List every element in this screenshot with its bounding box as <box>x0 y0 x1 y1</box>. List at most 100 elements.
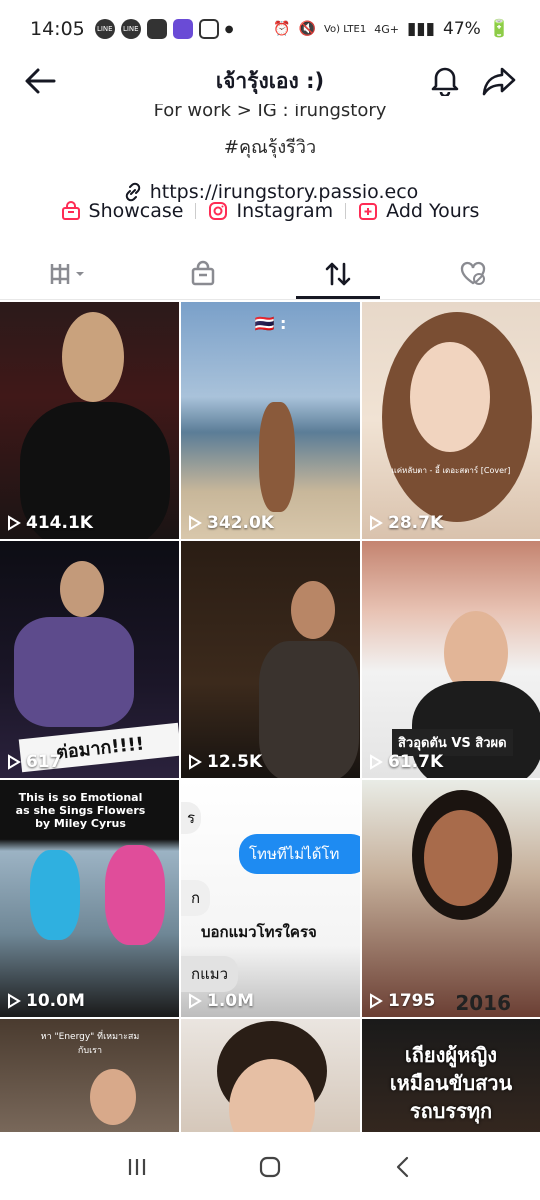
view-count-text: 1795 <box>388 991 436 1011</box>
chat-bubble-left-top: ร <box>181 802 202 834</box>
profile-header: เจ้ารุ้งเอง :) <box>0 58 540 104</box>
network-label: Vo) LTE1 <box>323 23 367 35</box>
play-icon <box>8 754 21 770</box>
video-thumbnail[interactable]: 414.1K <box>0 302 179 539</box>
person-1 <box>30 850 80 940</box>
view-count-text: 12.5K <box>207 752 263 772</box>
repost-icon <box>325 262 350 285</box>
quick-links: Showcase Instagram Add Yours <box>0 200 540 222</box>
view-count: 28.7K <box>368 513 443 533</box>
view-count-text: 414.1K <box>26 513 93 533</box>
recent-apps-icon <box>128 1159 145 1175</box>
video-thumbnail[interactable]: 🇹🇭 : 342.0K <box>181 302 360 539</box>
video-overlay-text: เถียงผู้หญิง เหมือนขับสวน รถบรรทุก <box>389 1043 513 1123</box>
add-yours-link[interactable]: Add Yours <box>358 200 479 222</box>
bag-icon <box>191 260 214 285</box>
instagram-label: Instagram <box>236 200 334 222</box>
chat-bubble-left-2: กแมว <box>181 956 239 992</box>
person-face <box>60 561 104 617</box>
showcase-link[interactable]: Showcase <box>61 200 184 222</box>
video-thumbnail[interactable] <box>181 1019 360 1132</box>
recent-apps-button[interactable] <box>117 1147 157 1187</box>
bio-line-text: For work > IG : irungstory <box>153 104 387 121</box>
home-button[interactable] <box>250 1147 290 1187</box>
liked-hidden-icon <box>460 261 485 285</box>
view-count: 10.0M <box>6 991 85 1011</box>
instagram-link[interactable]: Instagram <box>208 200 333 222</box>
view-count: 414.1K <box>6 513 93 533</box>
video-overlay-text: 2016 <box>455 991 511 1015</box>
tab-reposts[interactable] <box>270 248 405 299</box>
view-count-text: 342.0K <box>207 513 274 533</box>
video-thumbnail[interactable]: ร โทษทีไม่ได้โท ก บอกแมวโทรใครจ กแมว 1.0… <box>181 780 360 1017</box>
person-face <box>90 1069 136 1125</box>
video-thumbnail[interactable]: หา "Energy" ที่เหมาะสมกับเรา <box>0 1019 179 1132</box>
view-count-text: 10.0M <box>26 991 85 1011</box>
play-icon <box>8 515 21 531</box>
capcut-icon <box>146 19 167 39</box>
play-icon <box>8 993 21 1009</box>
chat-bubble-right: โทษทีไม่ได้โท <box>239 834 360 874</box>
view-count: 61.7K <box>368 752 443 772</box>
share-icon[interactable] <box>482 66 516 96</box>
status-right: ⏰ 🔇 Vo) LTE1 4G+ ▮▮▮ 47% 🔋 <box>273 19 510 39</box>
video-thumbnail[interactable]: 12.5K <box>181 541 360 778</box>
grid-icon <box>50 263 84 284</box>
mute-icon: 🔇 <box>298 21 316 37</box>
system-nav-bar <box>0 1134 540 1200</box>
person-face <box>410 342 490 452</box>
video-thumbnail[interactable]: แค่หลับตา - อี้ เดอะสตาร์ [Cover] 28.7K <box>362 302 540 539</box>
more-dot-icon: ● <box>224 23 234 35</box>
status-time: 14:05 <box>30 18 85 40</box>
view-count-text: 617 <box>26 752 62 772</box>
view-count: 1.0M <box>187 991 254 1011</box>
video-overlay-text: แค่หลับตา - อี้ เดอะสตาร์ [Cover] <box>391 466 511 475</box>
video-thumbnail[interactable]: เถียงผู้หญิง เหมือนขับสวน รถบรรทุก <box>362 1019 540 1132</box>
battery-icon: 🔋 <box>488 19 510 39</box>
play-icon <box>370 993 383 1009</box>
video-overlay-text: หา "Energy" ที่เหมาะสมกับเรา <box>40 1032 140 1056</box>
video-thumbnail[interactable]: 2016 1795 <box>362 780 540 1017</box>
signal-type: 4G+ <box>374 22 399 36</box>
notification-icons: LINE LINE ● <box>94 19 234 39</box>
back-button[interactable] <box>383 1147 423 1187</box>
person-face <box>424 810 498 906</box>
video-grid: 414.1K 🇹🇭 : 342.0K แค่หลับตา - อี้ เดอะส… <box>0 302 540 1132</box>
bio-hashtag[interactable]: #คุณรุ้งรีวิว <box>0 132 540 161</box>
home-icon <box>259 1156 281 1178</box>
play-icon <box>370 754 383 770</box>
signal-icon: ▮▮▮ <box>406 19 436 39</box>
line-app-icon: LINE <box>94 19 115 39</box>
tab-liked[interactable] <box>405 248 540 299</box>
bell-icon[interactable] <box>430 64 460 96</box>
tab-showcase[interactable] <box>135 248 270 299</box>
play-icon <box>189 515 202 531</box>
video-thumbnail[interactable]: ต่อมาก!!!! 617 <box>0 541 179 778</box>
back-icon <box>397 1156 409 1178</box>
back-arrow-icon[interactable] <box>24 66 56 96</box>
tab-videos-grid[interactable] <box>0 248 135 299</box>
view-count: 342.0K <box>187 513 274 533</box>
view-count: 1795 <box>368 991 435 1011</box>
view-count: 617 <box>6 752 62 772</box>
add-yours-label: Add Yours <box>386 200 480 222</box>
showcase-label: Showcase <box>88 200 184 222</box>
person-figure <box>259 402 295 512</box>
video-thumbnail[interactable]: This is so Emotional as she Sings Flower… <box>0 780 179 1017</box>
instagram-notif-icon <box>198 19 219 39</box>
view-count-text: 61.7K <box>388 752 444 772</box>
chat-bubble-left: ก <box>181 880 211 916</box>
person-body <box>14 617 134 727</box>
video-thumbnail[interactable]: สิวอุดตัน VS สิวผด 61.7K <box>362 541 540 778</box>
instagram-icon <box>209 202 228 220</box>
view-count-text: 1.0M <box>207 991 255 1011</box>
play-icon <box>370 515 383 531</box>
video-overlay-text: This is so Emotional as she Sings Flower… <box>8 788 153 833</box>
battery-level: 47% <box>443 19 481 39</box>
profile-tabs <box>0 248 540 300</box>
game-icon <box>172 19 193 39</box>
play-icon <box>189 754 202 770</box>
profile-bio: For work > IG : irungstory #คุณรุ้งรีวิว… <box>0 104 540 203</box>
person-body <box>259 641 359 778</box>
divider <box>195 203 197 219</box>
